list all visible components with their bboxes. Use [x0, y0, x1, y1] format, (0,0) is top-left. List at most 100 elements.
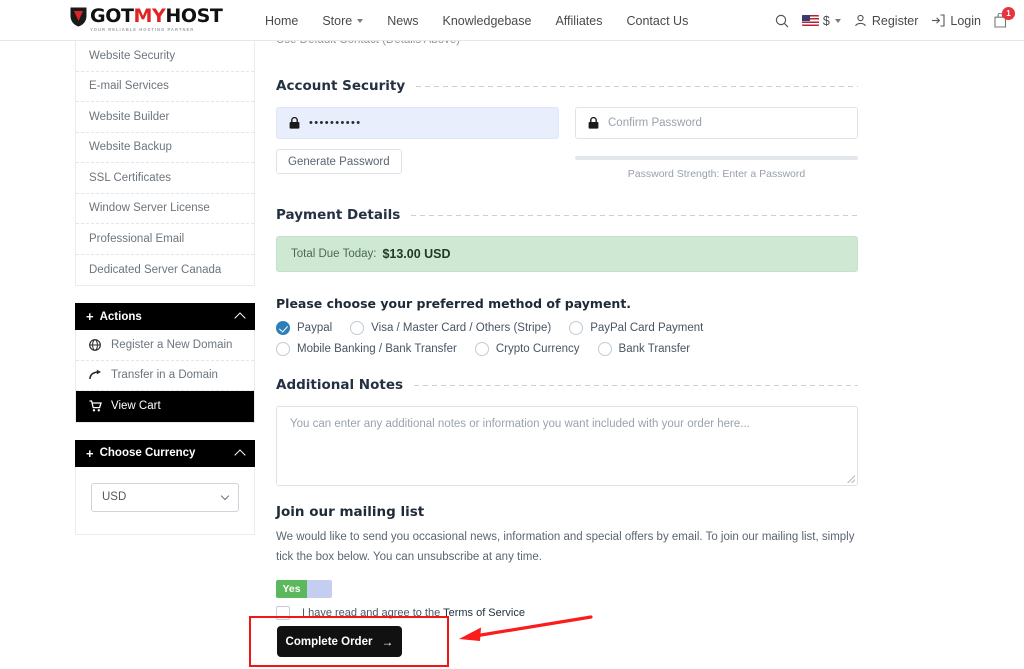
shield-logo-icon	[70, 7, 87, 27]
transfer-arrow-icon	[89, 369, 103, 381]
nav-item-store[interactable]: Store	[322, 14, 363, 28]
sidebar-item-email-services[interactable]: E-mail Services	[76, 72, 254, 103]
nav-label: Knowledgebase	[443, 14, 532, 28]
payment-details-heading: Payment Details	[276, 207, 858, 223]
password-input[interactable]: ••••••••••	[276, 107, 559, 139]
section-title: Payment Details	[276, 207, 400, 223]
nav-item-affiliates[interactable]: Affiliates	[555, 14, 602, 28]
logo-part-host: HOST	[165, 7, 222, 26]
total-due-value: $13.00 USD	[382, 247, 450, 261]
sidebar-item-label: Website Security	[89, 50, 175, 62]
sidebar-item-ssl-certificates[interactable]: SSL Certificates	[76, 163, 254, 194]
nav-item-contact-us[interactable]: Contact Us	[626, 14, 688, 28]
default-contact-label: Use Default Contact (Details Above)	[276, 41, 460, 46]
payment-option-stripe[interactable]: Visa / Master Card / Others (Stripe)	[350, 321, 551, 335]
mailing-list-description: We would like to send you occasional new…	[276, 527, 858, 567]
logo-part-got: GOT	[90, 7, 134, 26]
search-button[interactable]	[775, 14, 789, 28]
currency-selected-value: USD	[102, 491, 126, 503]
cart-button[interactable]: 1	[994, 13, 1008, 28]
user-icon	[854, 14, 867, 27]
radio-icon[interactable]	[475, 342, 489, 356]
nav-item-news[interactable]: News	[387, 14, 418, 28]
radio-icon[interactable]	[569, 321, 583, 335]
sidebar: Website Security E-mail Services Website…	[75, 41, 255, 535]
action-register-new-domain[interactable]: Register a New Domain	[76, 330, 254, 361]
login-arrow-icon	[931, 14, 945, 27]
action-view-cart[interactable]: View Cart	[76, 391, 254, 422]
checkout-main-column: Use Default Contact (Details Above) Acco…	[276, 41, 858, 620]
payment-option-bank-transfer[interactable]: Bank Transfer	[598, 342, 691, 356]
logo-tagline: YOUR RELIABLE HOSTING PARTNER	[90, 27, 223, 33]
actions-panel-title: Actions	[100, 311, 142, 323]
currency-symbol: $	[823, 14, 830, 28]
nav-label: Store	[322, 14, 352, 28]
currency-selector[interactable]: $	[802, 14, 841, 28]
payment-option-paypal-card[interactable]: PayPal Card Payment	[569, 321, 703, 335]
logo-part-my: MY	[134, 7, 166, 26]
resize-handle[interactable]	[847, 475, 855, 483]
sidebar-item-dedicated-server-canada[interactable]: Dedicated Server Canada	[76, 255, 254, 286]
section-title: Account Security	[276, 78, 405, 94]
password-value: ••••••••••	[309, 117, 362, 129]
sidebar-item-website-security[interactable]: Website Security	[76, 41, 254, 72]
radio-icon[interactable]	[598, 342, 612, 356]
currency-panel-header[interactable]: + Choose Currency	[75, 440, 255, 467]
nav-label: Affiliates	[555, 14, 602, 28]
actions-panel-header[interactable]: + Actions	[75, 303, 255, 330]
payment-option-mobile-banking[interactable]: Mobile Banking / Bank Transfer	[276, 342, 457, 356]
site-header: GOT MY HOST YOUR RELIABLE HOSTING PARTNE…	[0, 0, 1024, 41]
annotation-pointer-arrow	[455, 610, 595, 650]
main-navigation: Home Store News Knowledgebase Affiliates…	[265, 0, 712, 41]
globe-icon	[89, 339, 103, 351]
radio-icon[interactable]	[350, 321, 364, 335]
cart-icon	[89, 400, 103, 412]
mailing-list-toggle[interactable]: Yes	[276, 580, 332, 598]
sidebar-category-list: Website Security E-mail Services Website…	[75, 41, 255, 286]
checkout-page: GOT MY HOST YOUR RELIABLE HOSTING PARTNE…	[0, 0, 1024, 669]
radio-icon[interactable]	[276, 342, 290, 356]
sidebar-item-website-backup[interactable]: Website Backup	[76, 133, 254, 164]
sidebar-item-website-builder[interactable]: Website Builder	[76, 102, 254, 133]
complete-order-button[interactable]: Complete Order →	[277, 626, 402, 657]
generate-password-button[interactable]: Generate Password	[276, 149, 402, 174]
login-link[interactable]: Login	[931, 14, 981, 28]
confirm-password-input[interactable]: Confirm Password	[575, 107, 858, 139]
action-label: Register a New Domain	[111, 339, 232, 351]
password-strength-text: Password Strength: Enter a Password	[575, 168, 858, 180]
us-flag-icon	[802, 15, 819, 26]
total-due-label: Total Due Today:	[291, 248, 376, 260]
payment-option-crypto-currency[interactable]: Crypto Currency	[475, 342, 580, 356]
chevron-up-icon[interactable]	[234, 449, 245, 460]
total-due-banner: Total Due Today: $13.00 USD	[276, 236, 858, 272]
additional-notes-placeholder: You can enter any additional notes or in…	[290, 418, 750, 430]
sidebar-item-professional-email[interactable]: Professional Email	[76, 224, 254, 255]
register-link[interactable]: Register	[854, 14, 919, 28]
additional-notes-heading: Additional Notes	[276, 377, 858, 393]
sidebar-item-label: E-mail Services	[89, 80, 169, 92]
action-label: Transfer in a Domain	[111, 369, 218, 381]
sidebar-item-label: SSL Certificates	[89, 172, 171, 184]
radio-icon[interactable]	[276, 321, 290, 335]
complete-order-label: Complete Order	[286, 636, 373, 648]
payment-option-paypal[interactable]: Paypal	[276, 321, 332, 335]
currency-panel-body: USD	[75, 467, 255, 535]
register-label: Register	[872, 14, 919, 28]
chevron-down-icon	[221, 491, 229, 499]
payment-method-prompt: Please choose your preferred method of p…	[276, 296, 858, 311]
payment-option-label: Crypto Currency	[496, 343, 580, 355]
account-security-heading: Account Security	[276, 78, 858, 94]
site-logo[interactable]: GOT MY HOST YOUR RELIABLE HOSTING PARTNE…	[70, 7, 223, 33]
nav-item-knowledgebase[interactable]: Knowledgebase	[443, 14, 532, 28]
currency-select[interactable]: USD	[91, 483, 239, 512]
action-transfer-in-domain[interactable]: Transfer in a Domain	[76, 361, 254, 392]
chevron-up-icon[interactable]	[234, 312, 245, 323]
nav-item-home[interactable]: Home	[265, 14, 298, 28]
sidebar-item-label: Website Backup	[89, 141, 172, 153]
sidebar-item-window-server-license[interactable]: Window Server License	[76, 194, 254, 225]
lock-icon	[289, 117, 300, 129]
payment-option-label: Visa / Master Card / Others (Stripe)	[371, 322, 551, 334]
additional-notes-textarea[interactable]: You can enter any additional notes or in…	[276, 406, 858, 486]
password-fields-row: •••••••••• Generate Password Confirm Pas…	[276, 107, 858, 180]
lock-icon	[588, 117, 599, 129]
